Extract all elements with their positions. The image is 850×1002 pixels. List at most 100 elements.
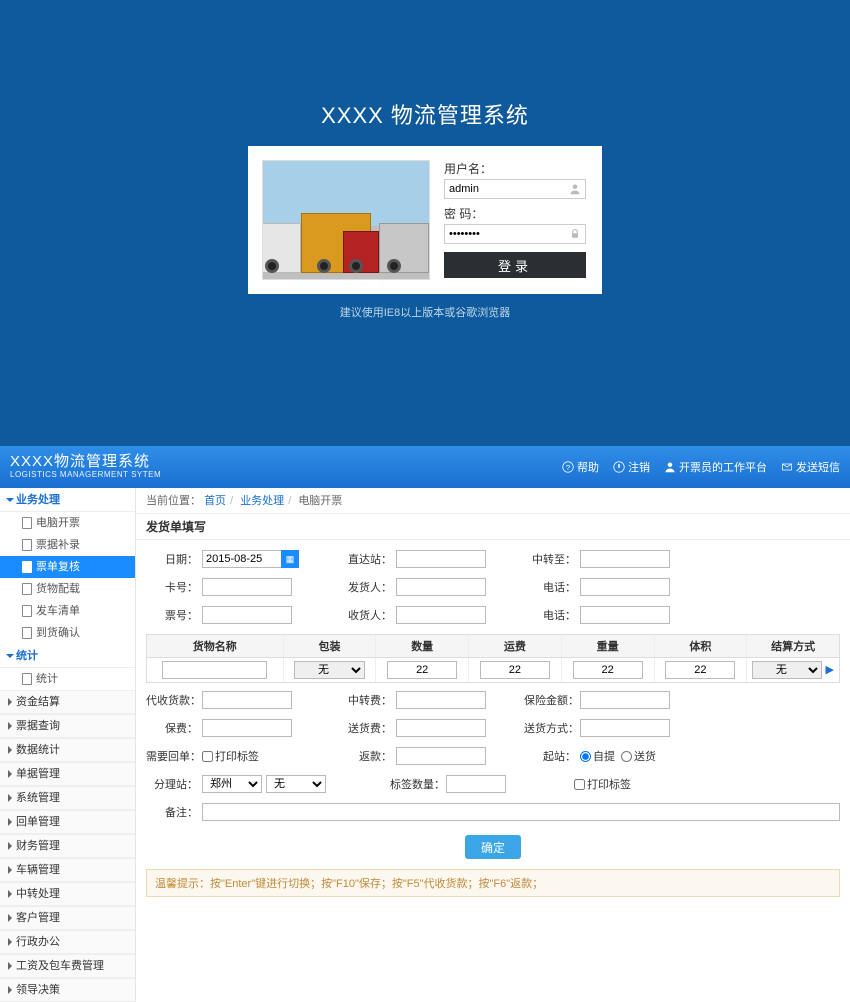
sidebar-item-ticket[interactable]: 电脑开票: [0, 512, 135, 534]
crumb-label: 当前位置：: [146, 495, 201, 507]
sidebar-cat-8[interactable]: 中转处理: [0, 882, 135, 906]
sidebar-cat-stat[interactable]: 统计: [0, 644, 135, 668]
sidebar-cat-1[interactable]: 票据查询: [0, 714, 135, 738]
main-content: 当前位置： 首页/ 业务处理/ 电脑开票 发货单填写 日期：▦ 直达站： 中转至…: [136, 488, 850, 1002]
chevron-right-icon: [8, 818, 12, 826]
branch-select[interactable]: 郑州: [202, 775, 262, 793]
td-fare-input[interactable]: [480, 661, 550, 679]
th-name: 货物名称: [147, 635, 284, 657]
login-button[interactable]: 登录: [444, 252, 586, 278]
sidebar-cat-9[interactable]: 客户管理: [0, 906, 135, 930]
pickup-deliver-radio[interactable]: [621, 751, 632, 762]
submit-button[interactable]: 确定: [465, 835, 521, 859]
sidebar-cat-10[interactable]: 行政办公: [0, 930, 135, 954]
login-card: 用户名： 密 码： 登录: [248, 146, 602, 294]
login-screen: XXXX 物流管理系统 用户名： 密 码： 登录 建议使用IE8以上版本或谷歌浏…: [0, 0, 850, 446]
password-input[interactable]: [444, 224, 586, 244]
username-input[interactable]: [444, 179, 586, 199]
sidebar-cat-2[interactable]: 数据统计: [0, 738, 135, 762]
insfee-input[interactable]: [202, 719, 292, 737]
td-name-input[interactable]: [162, 661, 267, 679]
sidebar-item-departlist[interactable]: 发车清单: [0, 600, 135, 622]
crumb-l2: 电脑开票: [298, 495, 342, 507]
chevron-right-icon: [8, 914, 12, 922]
sidebar-item-stats[interactable]: 统计: [0, 668, 135, 690]
chevron-right-icon: [8, 794, 12, 802]
insamt-input[interactable]: [580, 691, 670, 709]
refund-input[interactable]: [396, 747, 486, 765]
chevron-right-icon: [8, 890, 12, 898]
ticket-input[interactable]: [202, 606, 292, 624]
doc-icon: [22, 583, 32, 595]
sidebar-cat-5[interactable]: 回单管理: [0, 810, 135, 834]
th-pkg: 包装: [284, 635, 377, 657]
arrow-icon[interactable]: ▶: [826, 664, 834, 676]
receiver-label: 收货人：: [340, 607, 392, 623]
td-wt-input[interactable]: [573, 661, 643, 679]
sidebar-cat-11[interactable]: 工资及包车费管理: [0, 954, 135, 978]
remark-input[interactable]: [202, 803, 840, 821]
cod-input[interactable]: [202, 691, 292, 709]
lock-icon: [567, 226, 583, 242]
sender-input[interactable]: [396, 578, 486, 596]
chevron-right-icon: [8, 842, 12, 850]
td-pkg-select[interactable]: 无: [294, 661, 364, 679]
sidebar-item-supplement[interactable]: 票据补录: [0, 534, 135, 556]
direct-label: 直达站：: [340, 551, 392, 567]
section-title: 发货单填写: [136, 514, 850, 540]
remark-label: 备注：: [146, 804, 198, 820]
nav-workbench[interactable]: 开票员的工作平台: [664, 459, 767, 475]
nav-sms[interactable]: 发送短信: [781, 459, 840, 475]
insamt-label: 保险金额：: [524, 692, 576, 708]
nav-help[interactable]: ?帮助: [562, 459, 599, 475]
sidebar-cat-6[interactable]: 财务管理: [0, 834, 135, 858]
header-nav: ?帮助 注销 开票员的工作平台 发送短信: [562, 459, 840, 475]
refund-label: 返款：: [340, 748, 392, 764]
crumb-l1[interactable]: 业务处理: [240, 495, 284, 507]
sidebar-item-review[interactable]: 票单复核: [0, 556, 135, 578]
chevron-right-icon: [8, 986, 12, 994]
td-pay-select[interactable]: 无: [752, 661, 822, 679]
sidebar-item-loading[interactable]: 货物配载: [0, 578, 135, 600]
brand-cn: XXXX物流管理系统: [10, 454, 161, 471]
pickup-self-radio[interactable]: [580, 751, 591, 762]
date-input[interactable]: [202, 550, 282, 568]
brand: XXXX物流管理系统 LOGISTICS MANAGERMENT SYTEM: [10, 454, 161, 479]
sidebar-cat-3[interactable]: 单据管理: [0, 762, 135, 786]
phone2-input[interactable]: [580, 606, 670, 624]
chevron-right-icon: [8, 722, 12, 730]
lblqty-input[interactable]: [446, 775, 506, 793]
card-input[interactable]: [202, 578, 292, 596]
hint-box: 温馨提示：按"Enter"键进行切换；按"F10"保存；按"F5"代收货款；按"…: [146, 869, 840, 897]
printlabel2-checkbox[interactable]: [574, 779, 585, 790]
sidebar-cat-7[interactable]: 车辆管理: [0, 858, 135, 882]
delmode-input[interactable]: [580, 719, 670, 737]
doc-icon: [22, 517, 32, 529]
sidebar-cat-biz[interactable]: 业务处理: [0, 488, 135, 512]
card-label: 卡号：: [146, 579, 198, 595]
receiver-input[interactable]: [396, 606, 486, 624]
calendar-icon[interactable]: ▦: [281, 550, 299, 568]
origin-label: 起站：: [524, 748, 576, 764]
branch2-select[interactable]: 无: [266, 775, 326, 793]
sidebar-cat-4[interactable]: 系统管理: [0, 786, 135, 810]
td-qty-input[interactable]: [387, 661, 457, 679]
ticket-label: 票号：: [146, 607, 198, 623]
direct-input[interactable]: [396, 550, 486, 568]
sidebar-cat-0[interactable]: 资金结算: [0, 690, 135, 714]
td-vol-input[interactable]: [665, 661, 735, 679]
phone1-input[interactable]: [580, 578, 670, 596]
delfee-input[interactable]: [396, 719, 486, 737]
doc-icon: [22, 627, 32, 639]
transit-input[interactable]: [580, 550, 670, 568]
tfee-input[interactable]: [396, 691, 486, 709]
printlabel-checkbox[interactable]: [202, 751, 213, 762]
sidebar-cat-12[interactable]: 领导决策: [0, 978, 135, 1002]
crumb-home[interactable]: 首页: [204, 495, 226, 507]
chevron-right-icon: [8, 770, 12, 778]
needrec-label: 需要回单：: [146, 748, 198, 764]
sidebar-item-arrival[interactable]: 到货确认: [0, 622, 135, 644]
chevron-right-icon: [8, 746, 12, 754]
phone2-label: 电话：: [524, 607, 576, 623]
nav-logout[interactable]: 注销: [613, 459, 650, 475]
